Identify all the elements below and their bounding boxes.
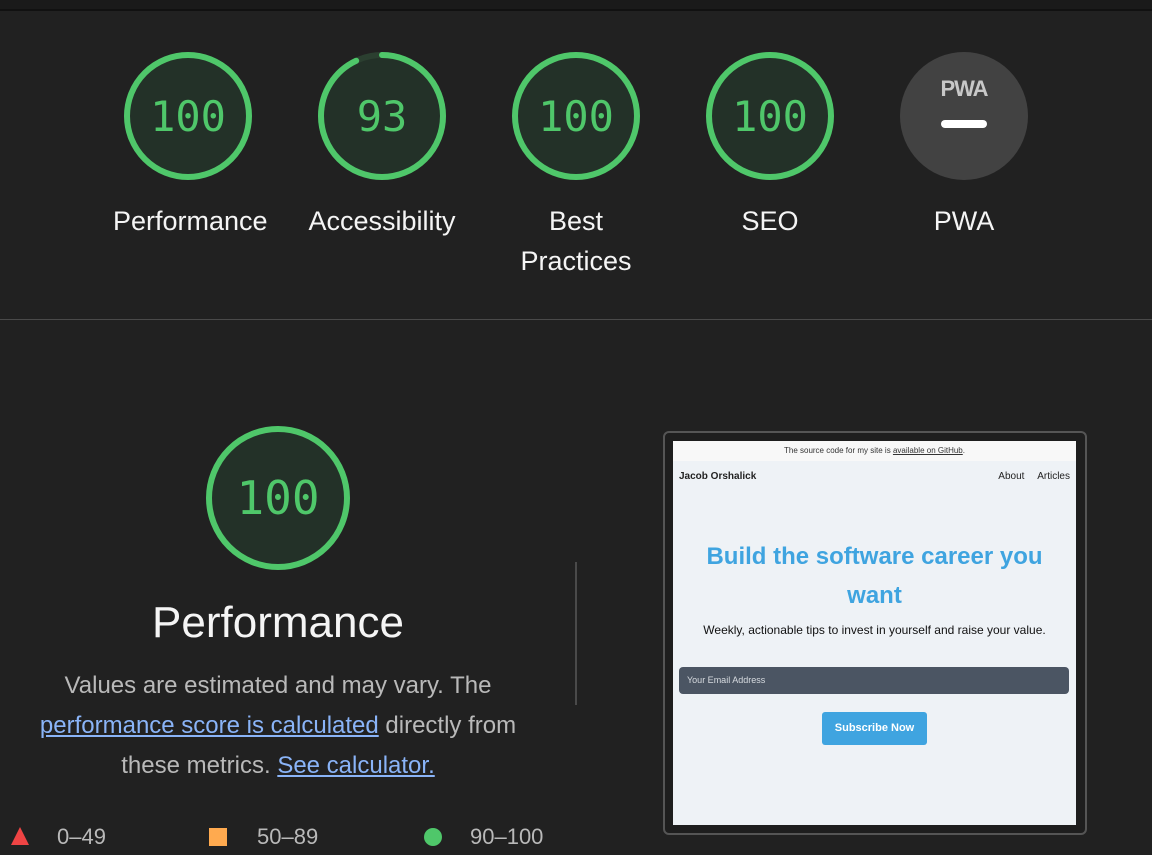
see-calculator-link[interactable]: See calculator. [277,752,434,779]
gauge-best-practices-ring: 100 [512,52,640,180]
square-icon [209,828,227,846]
gauge-best-practices-label-line1: Best [548,206,604,236]
triangle-icon [11,827,29,845]
legend-range-pass: 90–100 [470,824,544,849]
gauge-pwa-label: PWA [933,206,995,236]
screenshot-headline-line1: Build the software career you [706,543,1043,570]
gauge-performance-label: Performance [113,206,268,236]
screenshot-nav-links: About Articles [988,471,1070,482]
screenshot-nav-about: About [998,471,1025,482]
legend-range-fail: 0–49 [57,824,106,849]
screenshot-banner-text: The source code for my site is [783,446,891,455]
gauge-performance-score: 100 [150,92,226,141]
screenshot-email-input: Your Email Address [679,667,1069,694]
gauge-seo[interactable]: 100 SEO [695,51,845,241]
screenshot-subscribe-button: Subscribe Now [822,712,927,745]
gauge-best-practices-label: Best Practices [501,201,651,281]
gauge-accessibility-ring: 93 [318,52,446,180]
gauge-best-practices[interactable]: 100 Best Practices [501,51,651,281]
performance-gauge-large: 100 [205,425,351,571]
gauge-accessibility-label: Accessibility [308,206,456,236]
vertical-divider [575,562,577,705]
gauge-best-practices-score: 100 [538,92,614,141]
performance-description: Values are estimated and may vary. The p… [22,666,534,786]
gauge-seo-score: 100 [732,92,808,141]
gauge-seo-ring: 100 [706,52,834,180]
performance-gauge-large-score: 100 [236,471,319,525]
performance-gauge-large-ring: 100 [206,426,350,570]
gauge-accessibility-score: 93 [357,92,408,141]
screenshot-banner-link: available on GitHub [892,446,963,455]
gauge-pwa[interactable]: PWA PWA [889,51,1039,241]
desc-text-1: Values are estimated and may vary. The [64,672,492,699]
screenshot-nav: Jacob Orshalick About Articles [673,461,1076,491]
section-divider [0,319,1152,320]
top-strip [0,0,1152,9]
screenshot-banner-end: . [962,446,965,455]
gauge-performance[interactable]: 100 Performance [113,51,268,241]
gauge-best-practices-label-line2: Practices [520,246,632,276]
screenshot-subhead: Weekly, actionable tips to invest in you… [703,623,1046,637]
pwa-logo-text: PWA [940,76,988,101]
performance-score-calculated-link[interactable]: performance score is calculated [40,712,379,739]
top-border [0,9,1152,11]
pwa-dash-icon [941,120,987,128]
screenshot-nav-articles: Articles [1037,471,1070,482]
score-legend: 0–49 50–89 90–100 [0,822,600,855]
screenshot-headline: Build the software career you want [673,537,1076,615]
performance-title: Performance [152,598,404,647]
gauge-performance-ring: 100 [124,52,252,180]
circle-icon [424,828,442,846]
screenshot-headline-line2: want [847,582,902,609]
final-screenshot: The source code for my site is available… [673,441,1076,825]
screenshot-banner: The source code for my site is available… [673,441,1076,461]
gauge-accessibility[interactable]: 93 Accessibility [307,51,457,241]
gauge-seo-label: SEO [741,206,799,236]
screenshot-brand: Jacob Orshalick [679,471,757,482]
gauge-pwa-badge: PWA [900,52,1028,180]
legend-range-average: 50–89 [257,824,319,849]
